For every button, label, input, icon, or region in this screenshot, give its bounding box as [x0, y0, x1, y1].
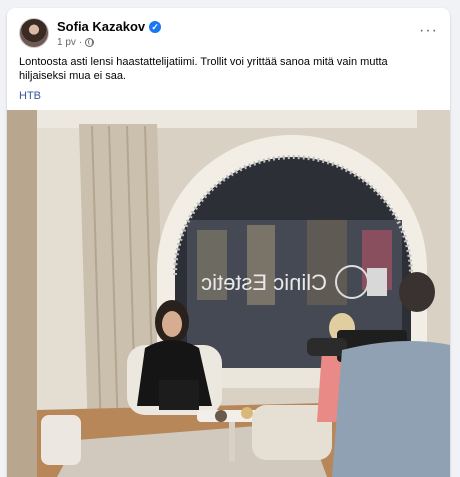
- post-meta: 1 pv ·: [57, 37, 95, 48]
- author-name-label[interactable]: Sofia Kazakov: [57, 19, 145, 34]
- avatar[interactable]: [19, 18, 49, 48]
- meta-separator: ·: [78, 37, 83, 48]
- more-options-icon[interactable]: ···: [419, 22, 438, 40]
- post-card: Sofia Kazakov ✓ 1 pv · ··· Lontoosta ast…: [7, 8, 450, 477]
- globe-icon: [85, 38, 95, 47]
- author-name[interactable]: Sofia Kazakov ✓: [57, 19, 162, 34]
- post-timestamp[interactable]: 1 pv: [57, 37, 76, 48]
- post-tag-link[interactable]: НТВ: [19, 90, 41, 102]
- verified-badge-icon: ✓: [149, 20, 162, 33]
- post-header: Sofia Kazakov ✓ 1 pv · ···: [19, 18, 438, 58]
- window-logo-text: Clinic Estetic: [201, 270, 327, 295]
- post-text: Lontoosta asti lensi haastattelijatiimi.…: [19, 56, 388, 82]
- photo-illustration: Clinic Estetic: [7, 110, 450, 477]
- post-photo[interactable]: Clinic Estetic: [7, 110, 450, 477]
